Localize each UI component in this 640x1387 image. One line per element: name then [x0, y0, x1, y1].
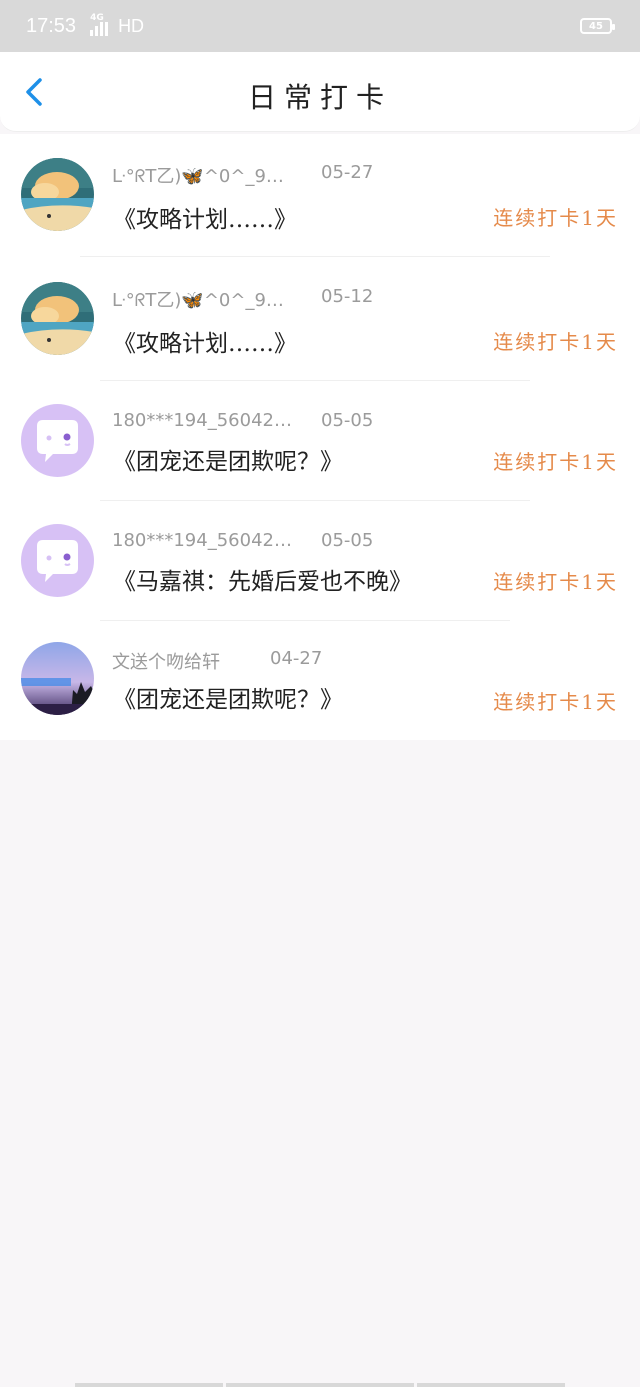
username[interactable]: ᒷ°ᖇT乙)🦋^0^_9… — [112, 286, 284, 312]
signal-icon: 4G — [90, 13, 110, 36]
topic-title[interactable]: 《团宠还是团欺呢？》 — [113, 680, 343, 714]
username[interactable]: 180***194_56042… — [112, 530, 292, 551]
divider — [100, 620, 510, 621]
item-meta: ᒷ°ᖇT乙)🦋^0^_9… 05-12 — [112, 286, 373, 312]
avatar[interactable] — [21, 642, 94, 715]
beach-illustration-icon — [21, 282, 94, 355]
item-meta: 180***194_56042… 05-05 — [112, 530, 373, 551]
topic-title[interactable]: 《攻略计划……》 — [113, 200, 297, 234]
home-indicator — [226, 1383, 414, 1387]
nav-bar: 日常打卡 — [0, 52, 640, 132]
status-time: 17:53 — [26, 14, 77, 37]
avatar[interactable] — [21, 282, 94, 355]
date: 04-27 — [270, 648, 323, 669]
status-bar: 17:53 4G HD 45 — [0, 0, 640, 52]
date: 05-27 — [321, 162, 374, 183]
battery-level: 45 — [589, 20, 603, 32]
list-item[interactable]: 180***194_56042… 05-05 《马嘉祺：先婚后爱也不晚》 连续打… — [0, 502, 640, 622]
list-item[interactable]: 文送个吻给轩 04-27 《团宠还是团欺呢？》 连续打卡1天 — [0, 622, 640, 742]
chat-bubble-icon — [37, 540, 78, 582]
avatar[interactable] — [21, 404, 94, 477]
home-indicator — [417, 1383, 565, 1387]
avatar[interactable] — [21, 158, 94, 231]
divider — [100, 500, 530, 501]
item-meta: 文送个吻给轩 04-27 — [112, 648, 322, 674]
username[interactable]: 180***194_56042… — [112, 410, 292, 431]
username[interactable]: 文送个吻给轩 — [112, 648, 220, 674]
streak-label: 连续打卡1天 — [493, 330, 618, 354]
divider — [100, 380, 530, 381]
username[interactable]: ᒷ°ᖇT乙)🦋^0^_9… — [112, 162, 284, 188]
hd-indicator: HD — [118, 15, 145, 36]
divider — [80, 256, 550, 257]
checkin-list: ᒷ°ᖇT乙)🦋^0^_9… 05-27 《攻略计划……》 连续打卡1天 ᒷ°ᖇT… — [0, 134, 640, 740]
topic-title[interactable]: 《团宠还是团欺呢？》 — [113, 442, 343, 476]
battery-icon: 45 — [580, 18, 615, 34]
streak-label: 连续打卡1天 — [493, 450, 618, 474]
date: 05-12 — [321, 286, 374, 307]
item-meta: 180***194_56042… 05-05 — [112, 410, 373, 431]
home-indicator — [75, 1383, 223, 1387]
beach-illustration-icon — [21, 158, 94, 231]
streak-label: 连续打卡1天 — [493, 690, 618, 714]
streak-label: 连续打卡1天 — [493, 206, 618, 230]
date: 05-05 — [321, 530, 374, 551]
item-meta: ᒷ°ᖇT乙)🦋^0^_9… 05-27 — [112, 162, 373, 188]
list-item[interactable]: ᒷ°ᖇT乙)🦋^0^_9… 05-27 《攻略计划……》 连续打卡1天 — [0, 134, 640, 254]
topic-title[interactable]: 《马嘉祺：先婚后爱也不晚》 — [113, 562, 412, 596]
page-title: 日常打卡 — [247, 81, 392, 114]
network-type: 4G — [90, 13, 104, 23]
sunset-photo-icon — [21, 642, 94, 715]
chat-bubble-icon — [37, 420, 78, 462]
date: 05-05 — [321, 410, 374, 431]
avatar[interactable] — [21, 524, 94, 597]
topic-title[interactable]: 《攻略计划……》 — [113, 324, 297, 358]
streak-label: 连续打卡1天 — [493, 570, 618, 594]
list-item[interactable]: 180***194_56042… 05-05 《团宠还是团欺呢？》 连续打卡1天 — [0, 382, 640, 502]
list-item[interactable]: ᒷ°ᖇT乙)🦋^0^_9… 05-12 《攻略计划……》 连续打卡1天 — [0, 258, 640, 378]
